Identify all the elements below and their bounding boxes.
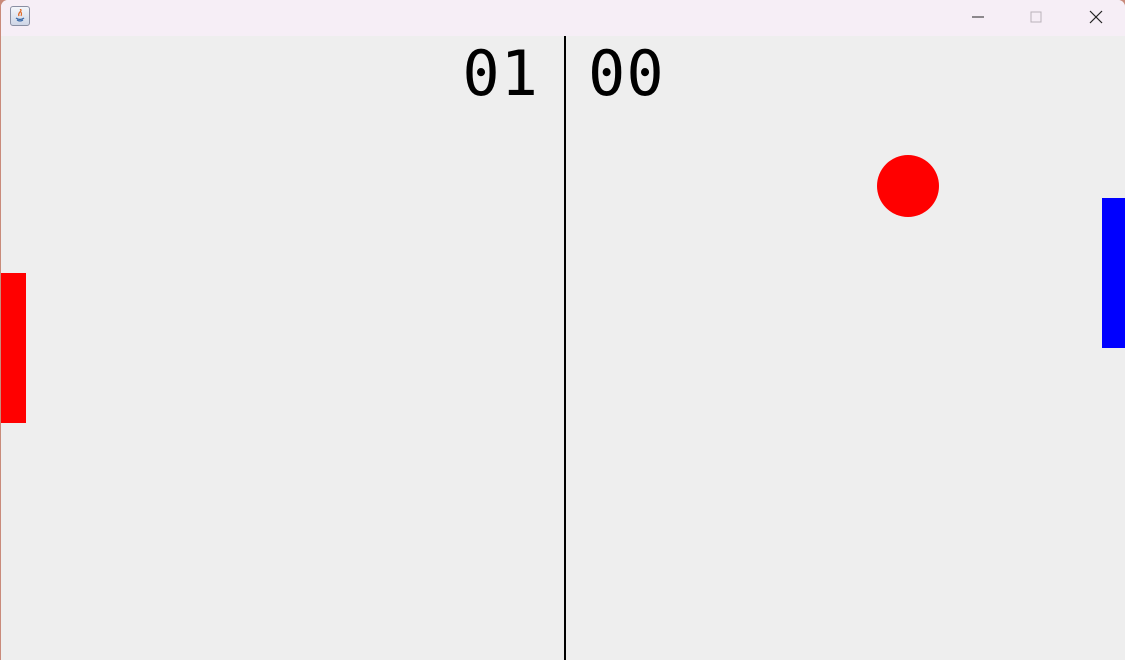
- maximize-icon: [1030, 11, 1042, 23]
- right-paddle: [1102, 198, 1125, 348]
- left-player-score: 01: [462, 37, 539, 110]
- game-window: 01 00: [1, 0, 1125, 660]
- close-button[interactable]: [1067, 0, 1125, 34]
- close-icon: [1089, 10, 1103, 24]
- game-court: 01 00: [1, 36, 1125, 660]
- maximize-button[interactable]: [1007, 0, 1065, 34]
- left-paddle: [1, 273, 26, 423]
- ball: [877, 155, 939, 217]
- center-net-line: [564, 36, 566, 660]
- minimize-button[interactable]: [949, 0, 1007, 34]
- minimize-icon: [972, 16, 984, 18]
- right-player-score: 00: [588, 37, 665, 110]
- title-bar[interactable]: [1, 0, 1125, 36]
- java-app-icon[interactable]: [10, 6, 30, 26]
